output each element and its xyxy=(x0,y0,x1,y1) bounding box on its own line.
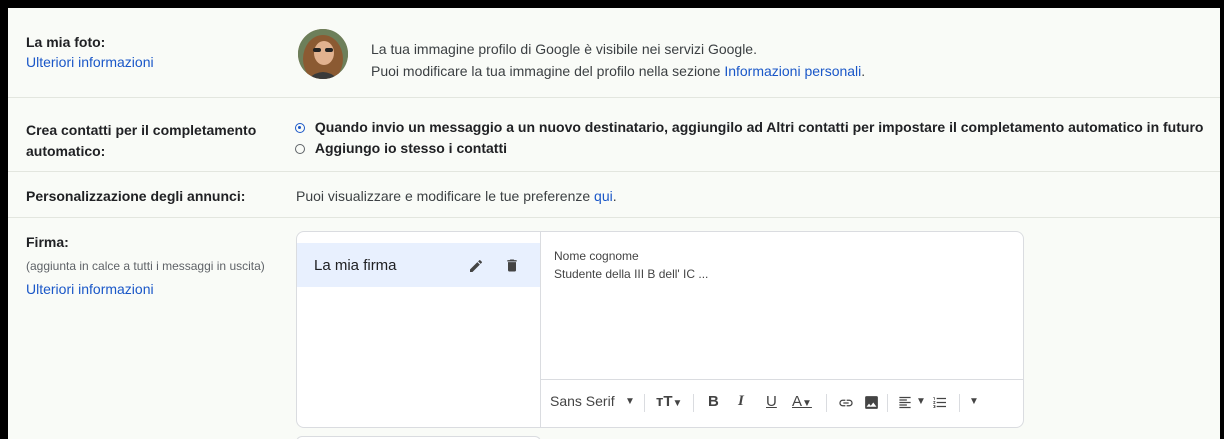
profile-avatar[interactable] xyxy=(298,29,348,79)
signature-subtitle: (aggiunta in calce a tutti i messaggi in… xyxy=(26,259,265,273)
underline-icon[interactable]: U xyxy=(766,393,777,410)
photo-info-line1: La tua immagine profilo di Google è visi… xyxy=(371,41,757,57)
signature-name: La mia firma xyxy=(314,257,397,274)
contacts-title: Crea contatti per il completamento autom… xyxy=(26,120,256,162)
photo-more-info-link[interactable]: Ulteriori informazioni xyxy=(26,54,154,70)
align-icon[interactable] xyxy=(897,395,913,410)
formatting-toolbar: Sans Serif ▼ тT▼ B I U A▼ ▼ ▼ xyxy=(541,379,1023,426)
edit-icon[interactable] xyxy=(468,258,484,274)
font-family-select[interactable]: Sans Serif xyxy=(550,393,615,409)
signature-more-info-link[interactable]: Ulteriori informazioni xyxy=(26,281,154,297)
numbered-list-icon[interactable] xyxy=(932,394,948,411)
link-icon[interactable] xyxy=(837,395,855,411)
signature-content-line1: Nome cognome xyxy=(554,249,639,263)
signature-content-line2: Studente della III B dell' IC ... xyxy=(554,267,709,281)
signature-title: Firma: xyxy=(26,234,69,250)
photo-info-line2-suffix: . xyxy=(861,63,866,79)
signature-list: La mia firma xyxy=(297,232,541,427)
toolbar-separator xyxy=(644,394,645,412)
signature-content[interactable]: Nome cognome Studente della III B dell' … xyxy=(554,247,708,283)
photo-info-line2: Puoi modificare la tua immagine del prof… xyxy=(371,63,865,79)
font-family-dropdown-icon[interactable]: ▼ xyxy=(625,396,635,407)
photo-title: La mia foto: xyxy=(26,34,106,50)
photo-row: La mia foto: Ulteriori informazioni La t… xyxy=(8,8,1220,98)
toolbar-separator xyxy=(826,394,827,412)
toolbar-separator xyxy=(693,394,694,412)
ads-personalization-row: Personalizzazione degli annunci: Puoi vi… xyxy=(8,172,1220,218)
signature-list-item[interactable]: La mia firma xyxy=(297,243,540,287)
avatar-image xyxy=(298,29,348,79)
radio-option-1[interactable] xyxy=(295,123,305,134)
toolbar-separator xyxy=(959,394,960,412)
italic-icon[interactable]: I xyxy=(738,393,744,410)
bold-icon[interactable]: B xyxy=(708,393,719,410)
personal-info-link[interactable]: Informazioni personali xyxy=(724,63,861,79)
delete-icon[interactable] xyxy=(504,257,520,274)
contacts-option-2-label: Aggiungo io stesso i contatti xyxy=(314,140,508,156)
more-formatting-icon[interactable]: ▼ xyxy=(969,396,979,407)
settings-panel: La mia foto: Ulteriori informazioni La t… xyxy=(8,8,1220,439)
radio-option-2[interactable] xyxy=(295,144,305,155)
signature-editor: La mia firma Nome cognome Studente della… xyxy=(296,231,1024,428)
autocomplete-contacts-row: Crea contatti per il completamento autom… xyxy=(8,98,1220,172)
contacts-option-2[interactable]: Aggiungo io stesso i contatti xyxy=(295,140,507,156)
photo-info-line2-text: Puoi modificare la tua immagine del prof… xyxy=(371,63,725,79)
image-icon[interactable] xyxy=(863,394,880,411)
ads-title: Personalizzazione degli annunci: xyxy=(26,188,246,204)
toolbar-separator xyxy=(887,394,888,412)
align-dropdown-icon[interactable]: ▼ xyxy=(916,396,926,407)
font-size-icon[interactable]: тT▼ xyxy=(656,393,682,410)
contacts-option-1-label: Quando invio un messaggio a un nuovo des… xyxy=(314,119,1204,135)
ads-text-prefix: Puoi visualizzare e modificare le tue pr… xyxy=(296,188,595,204)
contacts-option-1[interactable]: Quando invio un messaggio a un nuovo des… xyxy=(295,119,1203,135)
ads-text-suffix: . xyxy=(612,188,617,204)
contacts-title-line2: automatico: xyxy=(26,143,106,159)
ads-here-link[interactable]: qui xyxy=(594,188,613,204)
contacts-title-line1: Crea contatti per il completamento xyxy=(26,122,257,138)
text-color-icon[interactable]: A▼ xyxy=(792,393,812,410)
ads-text: Puoi visualizzare e modificare le tue pr… xyxy=(296,188,617,204)
